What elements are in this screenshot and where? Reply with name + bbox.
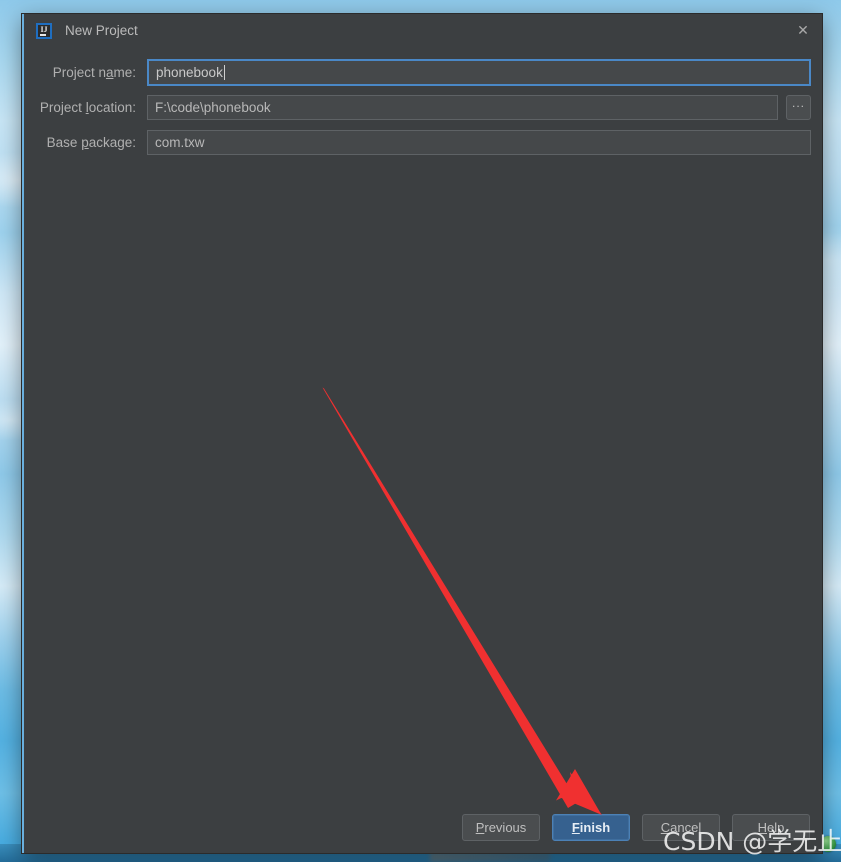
- dialog-button-bar: Previous Finish Cancel Help: [24, 801, 822, 853]
- dialog-titlebar[interactable]: IJ New Project ✕: [24, 14, 822, 47]
- new-project-dialog: IJ New Project ✕ Project name: phonebook…: [22, 14, 822, 853]
- help-button[interactable]: Help: [732, 813, 810, 841]
- label-project-location: Project location:: [39, 99, 136, 115]
- project-location-value: F:\code\phonebook: [155, 99, 271, 115]
- label-base-package: Base package:: [46, 134, 136, 150]
- browse-folder-button[interactable]: ...: [786, 94, 811, 120]
- finish-button[interactable]: Finish: [552, 813, 630, 841]
- project-name-value: phonebook: [156, 64, 223, 80]
- text-caret: [223, 64, 225, 80]
- tray-icon[interactable]: [820, 836, 836, 852]
- cancel-button[interactable]: Cancel: [642, 813, 720, 841]
- dialog-empty-area: [24, 162, 822, 798]
- form-row-project-location: Project location: F:\code\phonebook ...: [24, 92, 822, 122]
- close-icon[interactable]: ✕: [790, 18, 816, 42]
- base-package-input[interactable]: com.txw: [147, 129, 811, 155]
- label-project-name: Project name:: [52, 64, 136, 80]
- ellipsis-icon: ...: [791, 96, 805, 110]
- project-form: Project name: phonebook Project location…: [24, 47, 822, 157]
- intellij-idea-icon-underline: [40, 33, 46, 36]
- window-title: New Project: [65, 23, 138, 38]
- form-row-project-name: Project name: phonebook: [24, 57, 822, 87]
- previous-button[interactable]: Previous: [462, 813, 540, 841]
- project-location-input[interactable]: F:\code\phonebook: [147, 94, 778, 120]
- form-row-base-package: Base package: com.txw: [24, 127, 822, 157]
- project-name-input[interactable]: phonebook: [147, 58, 811, 86]
- base-package-value: com.txw: [155, 134, 205, 150]
- intellij-idea-icon-glyph: IJ: [40, 24, 48, 34]
- intellij-idea-icon: IJ: [36, 22, 52, 39]
